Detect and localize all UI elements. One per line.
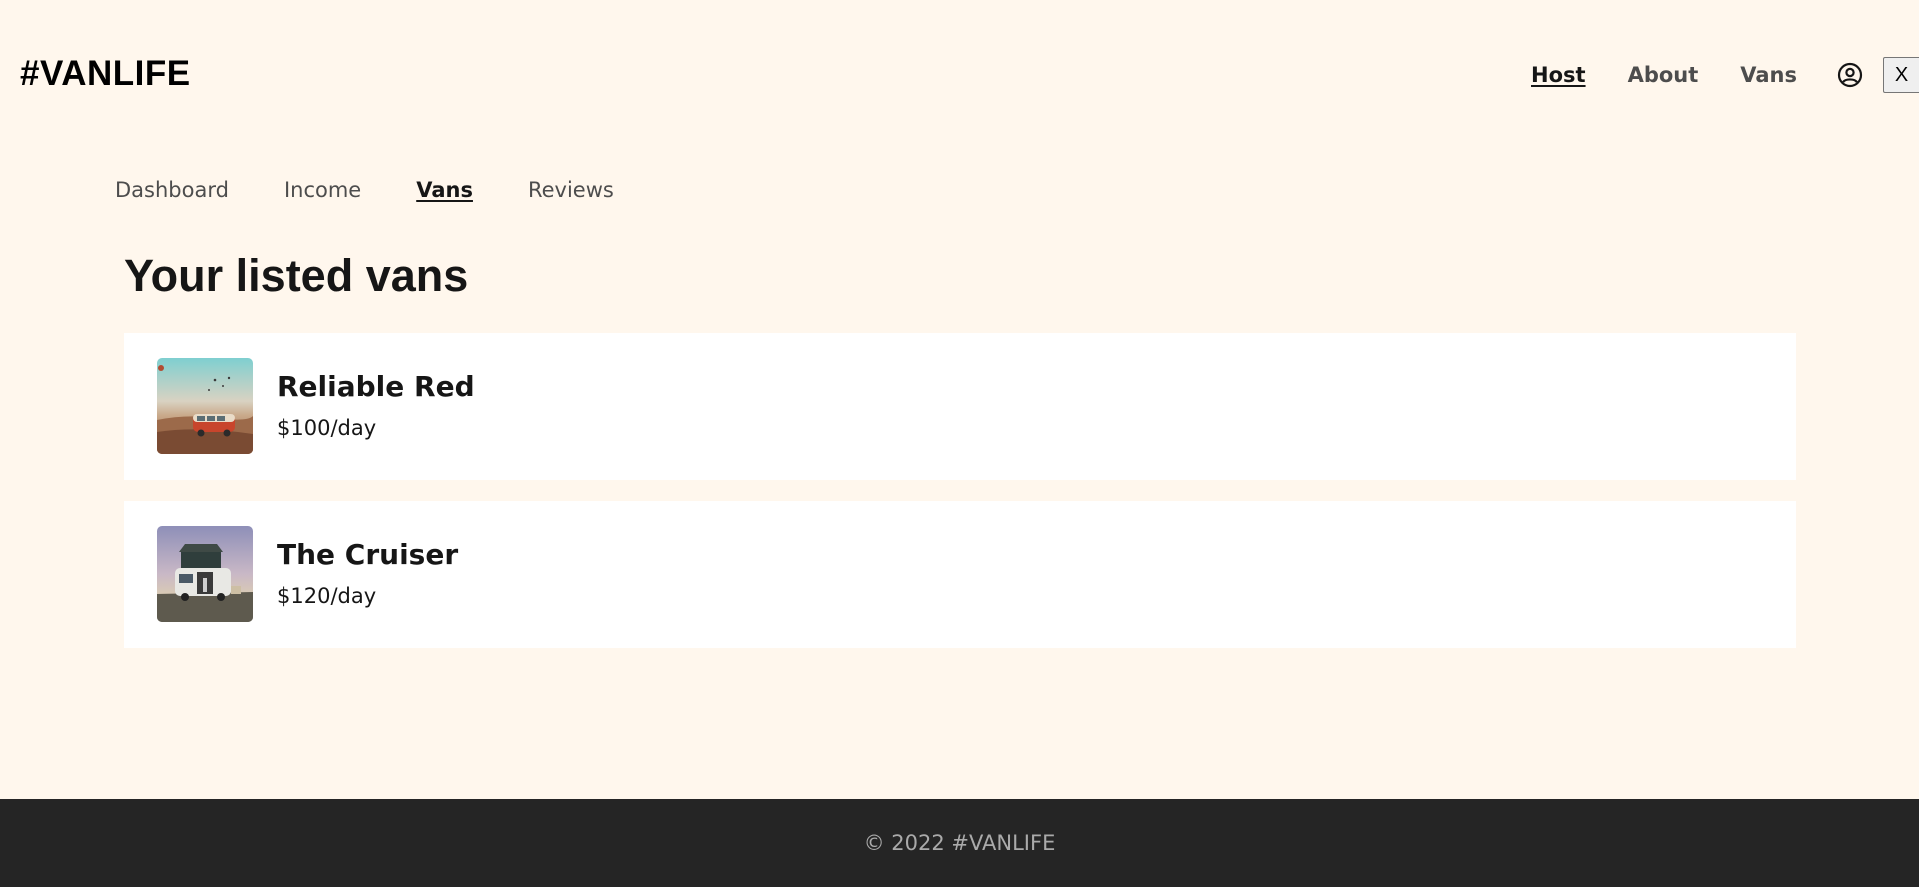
van-price: $100/day <box>277 416 377 440</box>
van-image-reliable-red <box>157 358 253 454</box>
nav-link-host[interactable]: Host <box>1531 63 1586 87</box>
van-name: Reliable Red <box>277 370 475 403</box>
van-price: $120/day <box>277 584 377 608</box>
van-card-reliable-red[interactable]: Reliable Red $100/day <box>124 333 1796 480</box>
van-card-the-cruiser[interactable]: The Cruiser $120/day <box>124 501 1796 648</box>
host-nav-vans[interactable]: Vans <box>416 178 473 202</box>
footer-copyright: © 2022 #VANLIFE <box>863 831 1056 855</box>
nav-link-vans[interactable]: Vans <box>1740 63 1797 87</box>
van-list: Reliable Red $100/day The Cruiser $120/d… <box>124 333 1796 669</box>
nav-link-about[interactable]: About <box>1628 63 1699 87</box>
site-footer: © 2022 #VANLIFE <box>0 799 1919 887</box>
host-nav: Dashboard Income Vans Reviews <box>115 178 669 202</box>
host-nav-reviews[interactable]: Reviews <box>528 178 614 202</box>
site-header: #VANLIFE Host About Vans X <box>0 0 1919 150</box>
close-button[interactable]: X <box>1883 57 1919 93</box>
van-name: The Cruiser <box>277 538 459 571</box>
host-nav-income[interactable]: Income <box>284 178 361 202</box>
page-title: Your listed vans <box>124 250 469 301</box>
top-nav: Host About Vans X <box>1489 57 1919 93</box>
site-logo[interactable]: #VANLIFE <box>20 54 191 94</box>
user-circle-icon[interactable] <box>1837 62 1863 88</box>
van-image-the-cruiser <box>157 526 253 622</box>
host-nav-dashboard[interactable]: Dashboard <box>115 178 229 202</box>
